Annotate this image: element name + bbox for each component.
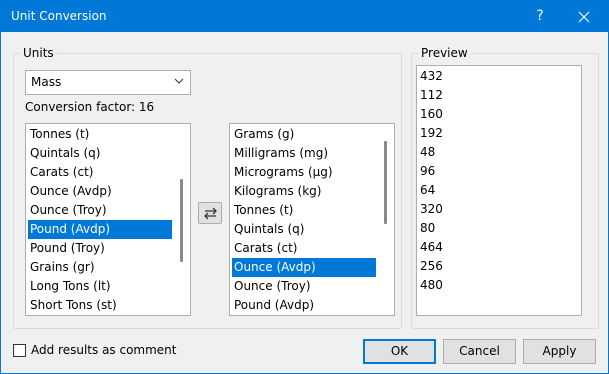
close-icon (578, 11, 590, 23)
preview-value[interactable]: 96 (420, 162, 435, 181)
preview-value[interactable]: 480 (420, 276, 443, 295)
from-unit-list-item[interactable]: Short Tons (st) (28, 296, 172, 315)
to-unit-list-item[interactable]: Grams (g) (232, 125, 376, 144)
preview-value[interactable]: 320 (420, 200, 443, 219)
from-unit-scrollbar[interactable] (173, 124, 190, 315)
from-unit-list-item[interactable]: Pound (Troy) (28, 239, 172, 258)
from-unit-list-item[interactable]: Ounce (Avdp) (28, 182, 172, 201)
preview-value[interactable]: 192 (420, 124, 443, 143)
title-bar: Unit Conversion ? (1, 1, 608, 32)
to-unit-list-item[interactable]: Tonnes (t) (232, 201, 376, 220)
to-unit-list-item[interactable]: Ounce (Avdp) (232, 258, 376, 277)
close-button[interactable] (562, 1, 606, 32)
units-group-label: Units (20, 46, 57, 60)
preview-value[interactable]: 160 (420, 105, 443, 124)
to-unit-list-item[interactable]: Milligrams (mg) (232, 144, 376, 163)
cancel-button[interactable]: Cancel (443, 339, 516, 364)
to-unit-scrollbar[interactable] (377, 124, 394, 315)
to-unit-list-item[interactable]: Quintals (q) (232, 220, 376, 239)
unit-conversion-dialog: Unit Conversion ? Units Preview Mass Con… (0, 0, 609, 374)
from-unit-list-item[interactable]: Pound (Avdp) (28, 220, 172, 239)
add-comment-checkbox[interactable] (13, 344, 26, 357)
to-unit-scrollbar-thumb[interactable] (384, 141, 387, 224)
preview-value[interactable]: 464 (420, 238, 443, 257)
to-unit-list-item[interactable]: Ounce (Troy) (232, 277, 376, 296)
preview-value[interactable]: 256 (420, 257, 443, 276)
to-unit-list-item[interactable]: Carats (ct) (232, 239, 376, 258)
help-button[interactable]: ? (518, 1, 562, 32)
preview-value[interactable]: 48 (420, 143, 435, 162)
apply-button[interactable]: Apply (523, 339, 596, 364)
add-comment-label: Add results as comment (31, 343, 177, 357)
from-unit-list[interactable]: Tonnes (t) Quintals (q) Carats (ct) Ounce (… (25, 123, 191, 316)
conversion-factor-label: Conversion factor: 16 (25, 100, 155, 114)
ok-button[interactable]: OK (363, 339, 436, 364)
to-unit-list[interactable]: Grams (g) Milligrams (mg) Micrograms (µg) K… (229, 123, 395, 316)
from-unit-list-item[interactable]: Long Tons (lt) (28, 277, 172, 296)
window-title: Unit Conversion (11, 9, 107, 23)
preview-value[interactable]: 80 (420, 219, 435, 238)
from-unit-scrollbar-thumb[interactable] (180, 179, 183, 262)
preview-value[interactable]: 432 (420, 67, 443, 86)
to-unit-list-item[interactable]: Kilograms (kg) (232, 182, 376, 201)
to-unit-list-item[interactable]: Micrograms (µg) (232, 163, 376, 182)
preview-value[interactable]: 112 (420, 86, 443, 105)
swap-arrows-icon (204, 207, 217, 220)
from-unit-list-item[interactable]: Quintals (q) (28, 144, 172, 163)
preview-list[interactable]: 432 112 160 192 48 96 64 320 80 464 256 480 (416, 65, 582, 316)
preview-value[interactable]: 64 (420, 181, 435, 200)
unit-category-select[interactable]: Mass (25, 70, 191, 95)
unit-category-value: Mass (31, 75, 62, 89)
from-unit-list-item[interactable]: Grains (gr) (28, 258, 172, 277)
from-unit-list-item[interactable]: Ounce (Troy) (28, 201, 172, 220)
from-unit-list-item[interactable]: Carats (ct) (28, 163, 172, 182)
from-unit-list-item[interactable]: Tonnes (t) (28, 125, 172, 144)
to-unit-list-item[interactable]: Pound (Avdp) (232, 296, 376, 315)
swap-units-button[interactable] (198, 202, 222, 224)
preview-group-label: Preview (418, 46, 471, 60)
chevron-down-icon (174, 78, 184, 84)
